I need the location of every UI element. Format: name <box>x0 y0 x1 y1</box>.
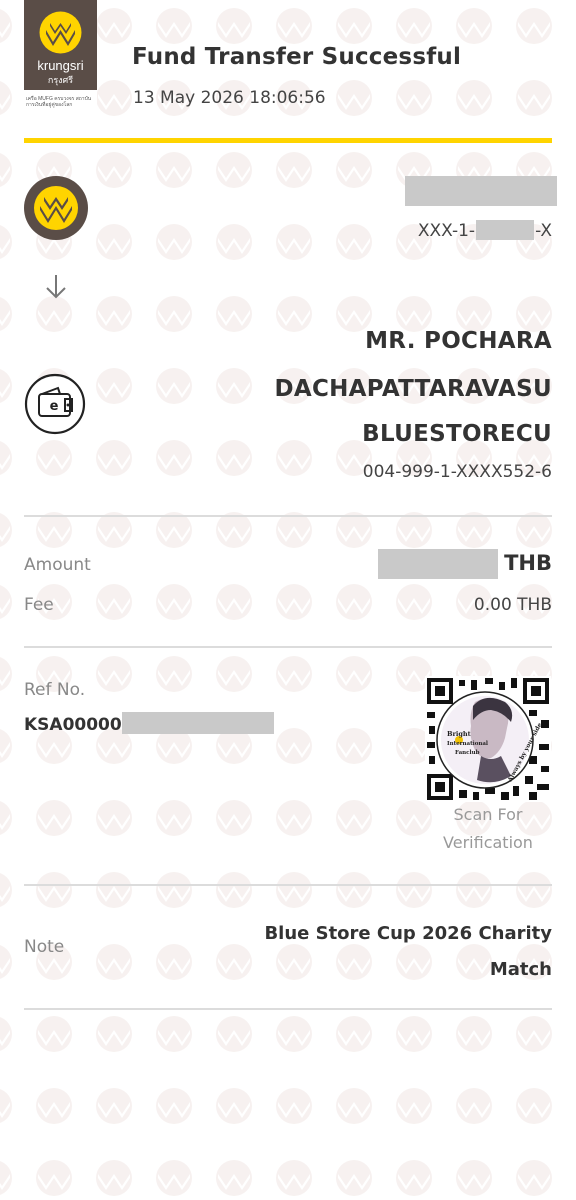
sticker-text-1: Bright <box>447 730 471 738</box>
amount-redacted <box>378 549 498 579</box>
bank-logo: krungsri กรุงศรี เครือ MUFG ครบวงจร สถาบ… <box>24 0 97 120</box>
sender-bank-icon <box>24 176 88 240</box>
ref-value-prefix: KSA00000 <box>24 715 122 735</box>
fee-label: Fee <box>24 595 54 615</box>
svg-text:e: e <box>50 399 59 414</box>
recipient-name-line-2: DACHAPATTARAVASU <box>274 376 552 402</box>
sender-account-redacted <box>476 220 535 240</box>
amount-label: Amount <box>24 555 91 575</box>
sender-account: XXX-1- -X <box>418 220 552 241</box>
recipient-name-line-1: MR. POCHARA <box>365 328 552 354</box>
sender-name-redacted <box>405 176 557 206</box>
ref-value: KSA00000 <box>24 712 274 735</box>
qr-code-icon: Bright International Fanclub Always by y… <box>425 676 551 802</box>
note-value: Blue Store Cup 2026 Charity Match <box>264 923 552 980</box>
recipient-account: 004-999-1-XXXX552-6 <box>362 462 552 482</box>
header-accent-bar <box>24 138 552 143</box>
bank-name: krungsri <box>37 58 84 73</box>
page-title: Fund Transfer Successful <box>132 44 462 70</box>
sender-account-suffix: -X <box>535 221 552 241</box>
transaction-datetime: 13 May 2026 18:06:56 <box>133 88 326 108</box>
sender-account-prefix: XXX-1- <box>417 221 476 241</box>
bank-tagline: เครือ MUFG ครบวงจร สถาบันการเงินที่อยู่ค… <box>26 96 92 108</box>
krungsri-emblem-icon <box>39 11 82 54</box>
note-label: Note <box>24 937 65 957</box>
ref-value-redacted <box>121 712 274 734</box>
divider <box>24 1008 552 1010</box>
qr-caption-line-1: Scan For <box>453 805 523 824</box>
wallet-icon: e <box>24 373 86 435</box>
ref-label: Ref No. <box>24 680 86 700</box>
qr-caption-line-2: Verification <box>443 833 533 852</box>
sticker-text-2: International <box>447 741 488 747</box>
divider <box>24 884 552 886</box>
divider <box>24 646 552 648</box>
verification-qr-code[interactable]: Bright International Fanclub Always by y… <box>425 676 551 802</box>
divider <box>24 515 552 517</box>
fee-value: 0.00 THB <box>473 595 552 615</box>
recipient-name-line-3: BLUESTORECU <box>362 421 552 447</box>
arrow-down-icon <box>46 275 66 299</box>
sticker-text-3: Fanclub <box>455 750 480 756</box>
bank-name-thai: กรุงศรี <box>47 75 74 85</box>
krungsri-logo-icon <box>34 186 78 230</box>
amount-currency: THB <box>504 551 552 575</box>
